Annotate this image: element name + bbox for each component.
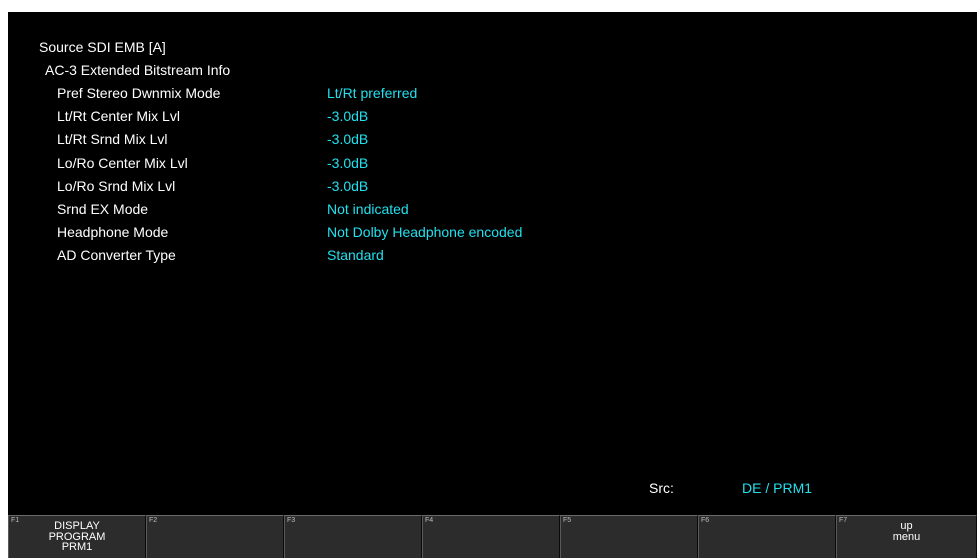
measurement-screen: Source SDI EMB [A] AC-3 Extended Bitstre… [8, 12, 977, 558]
fkey-label-line: up [900, 520, 913, 532]
section-title: AC-3 Extended Bitstream Info [45, 62, 231, 78]
info-row-loro-center-mix-lvl: Lo/Ro Center Mix Lvl -3.0dB [8, 155, 708, 178]
info-row-ad-converter-type: AD Converter Type Standard [8, 247, 708, 270]
fkey-label-line: PRM1 [61, 541, 93, 553]
f7-up-menu-button[interactable]: F7 up menu [836, 515, 977, 558]
f2-button[interactable]: F2 [146, 515, 284, 558]
fkey-label-line: DISPLAY [54, 520, 100, 532]
info-value: -3.0dB [327, 108, 369, 125]
info-value: Not Dolby Headphone encoded [327, 224, 523, 241]
bitstream-info-list: Pref Stereo Dwnmix Mode Lt/Rt preferred … [8, 85, 708, 271]
info-row-loro-srnd-mix-lvl: Lo/Ro Srnd Mix Lvl -3.0dB [8, 178, 708, 201]
fkey-number: F6 [701, 517, 710, 524]
info-label: Pref Stereo Dwnmix Mode [57, 85, 221, 101]
info-row-ltrt-srnd-mix-lvl: Lt/Rt Srnd Mix Lvl -3.0dB [8, 131, 708, 154]
info-row-srnd-ex-mode: Srnd EX Mode Not indicated [8, 201, 708, 224]
function-key-bar: F1 DISPLAY PROGRAM PRM1 F2 F3 F4 F5 F6 F… [8, 515, 977, 558]
info-value: -3.0dB [327, 177, 369, 194]
info-value: Lt/Rt preferred [327, 85, 418, 101]
fkey-label: DISPLAY PROGRAM PRM1 [9, 521, 145, 553]
fkey-number: F5 [563, 517, 572, 524]
info-label: Headphone Mode [57, 224, 169, 241]
source-title: Source SDI EMB [A] [39, 39, 166, 55]
f3-button[interactable]: F3 [284, 515, 422, 558]
fkey-label: up menu [837, 521, 976, 542]
f5-button[interactable]: F5 [560, 515, 698, 558]
f4-button[interactable]: F4 [422, 515, 560, 558]
info-row-pref-stereo-dwnmix-mode: Pref Stereo Dwnmix Mode Lt/Rt preferred [8, 85, 708, 108]
info-label: Srnd EX Mode [57, 200, 149, 217]
info-row-headphone-mode: Headphone Mode Not Dolby Headphone encod… [8, 224, 708, 247]
info-label: AD Converter Type [57, 247, 176, 264]
info-label: Lo/Ro Center Mix Lvl [57, 154, 188, 171]
info-label: Lt/Rt Srnd Mix Lvl [57, 131, 168, 148]
fkey-number: F2 [149, 517, 158, 524]
src-value: DE / PRM1 [742, 480, 813, 496]
info-value: Standard [327, 247, 384, 264]
fkey-label-line: menu [892, 530, 921, 543]
info-row-ltrt-center-mix-lvl: Lt/Rt Center Mix Lvl -3.0dB [8, 108, 708, 131]
info-label: Lo/Ro Srnd Mix Lvl [57, 177, 176, 194]
fkey-number: F4 [425, 517, 434, 524]
f1-display-program-button[interactable]: F1 DISPLAY PROGRAM PRM1 [8, 515, 146, 558]
f6-button[interactable]: F6 [698, 515, 836, 558]
info-value: Not indicated [327, 200, 409, 217]
info-value: -3.0dB [327, 154, 369, 171]
info-value: -3.0dB [327, 131, 369, 148]
info-label: Lt/Rt Center Mix Lvl [57, 108, 180, 125]
src-label: Src: [649, 480, 674, 496]
fkey-number: F3 [287, 517, 296, 524]
